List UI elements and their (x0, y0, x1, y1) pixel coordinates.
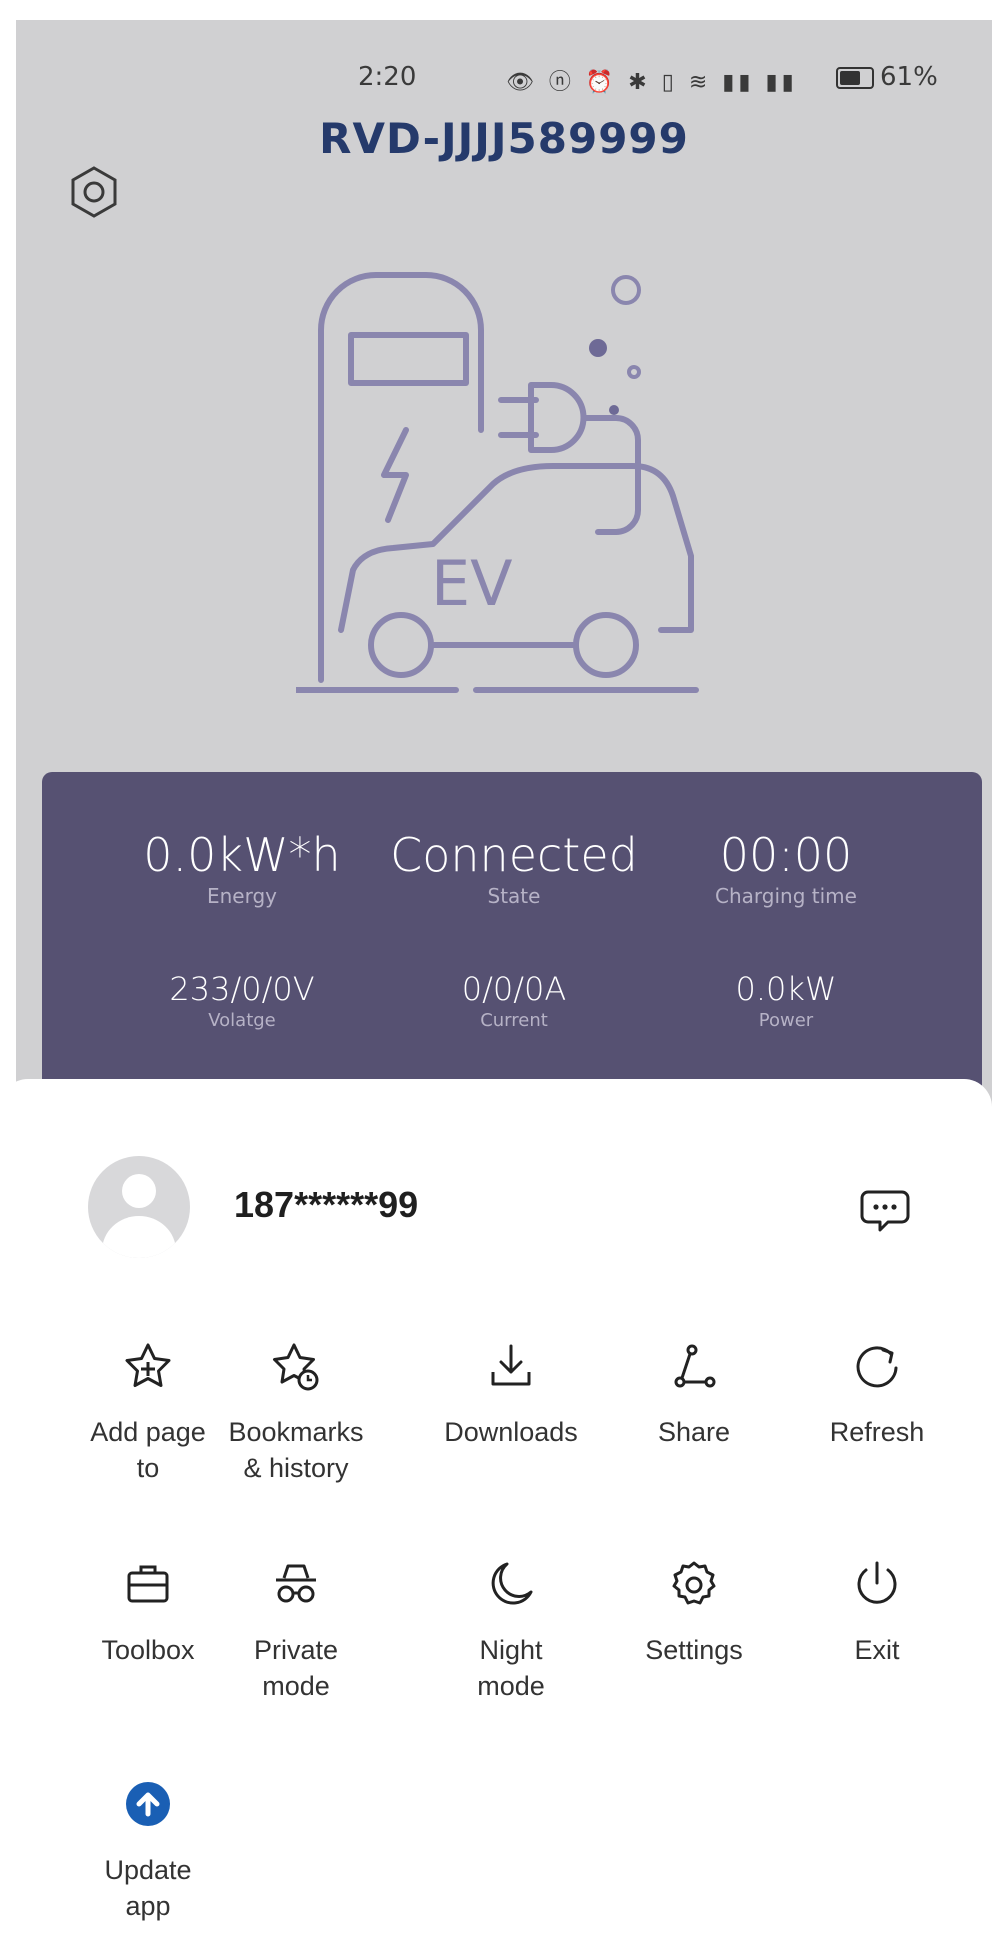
power-label: Power (758, 1010, 814, 1031)
status-icons: 👁 ⓝ ⏰ ✱ ▯ ≋ ▮▮ ▮▮ (506, 70, 798, 95)
energy-stat: 0.0kW*h Energy (92, 828, 392, 908)
power-value: 0.0kW (735, 970, 837, 1008)
exit-button[interactable]: Exit (787, 1558, 967, 1668)
battery-percent: 61% (880, 62, 938, 92)
incognito-icon (276, 1564, 316, 1603)
charging-time-label: Charging time (715, 884, 857, 908)
voltage-label: Volatge (208, 1010, 276, 1031)
exit-label: Exit (854, 1635, 900, 1665)
moon-icon (491, 1562, 533, 1605)
current-stat: 0/0/0A Current (364, 970, 664, 1031)
energy-label: Energy (206, 884, 278, 908)
share-label: Share (657, 1417, 731, 1447)
charging-stats-panel: 0.0kW*h Energy Connected State 00:00 Cha… (42, 772, 982, 1092)
power-stat: 0.0kW Power (636, 970, 936, 1031)
settings-button[interactable]: Settings (604, 1558, 784, 1668)
current-label: Current (480, 1010, 548, 1031)
battery-icon (836, 66, 874, 89)
user-avatar[interactable] (88, 1156, 190, 1258)
power-icon (857, 1561, 897, 1604)
energy-value: 0.0kW*h (143, 828, 341, 882)
update-app-button[interactable]: Update app (58, 1778, 238, 1924)
refresh-label: Refresh (829, 1417, 925, 1447)
refresh-icon (856, 1346, 898, 1388)
update-arrow-icon (126, 1782, 170, 1826)
avatar-body-shape (102, 1216, 176, 1258)
share-button[interactable]: Share (604, 1340, 784, 1450)
settings-label: Settings (645, 1635, 743, 1665)
toolbox-icon (127, 1565, 169, 1603)
share-icon (674, 1344, 716, 1388)
voltage-value: 233/0/0V (169, 970, 315, 1008)
voltage-stat: 233/0/0V Volatge (92, 970, 392, 1031)
state-label: State (487, 884, 541, 908)
refresh-button[interactable]: Refresh (787, 1340, 967, 1450)
charging-time-value: 00:00 (719, 828, 853, 882)
download-icon (491, 1344, 531, 1386)
status-bar: 2:20 👁 ⓝ ⏰ ✱ ▯ ≋ ▮▮ ▮▮ 61% (16, 60, 992, 100)
bookmark-history-icon (273, 1343, 319, 1391)
bookmarks-history-button[interactable]: Bookmarks & history (206, 1340, 386, 1486)
settings-gear-icon[interactable] (64, 162, 124, 222)
state-value: Connected (390, 828, 638, 882)
current-value: 0/0/0A (461, 970, 567, 1008)
bookmarks-history-label: Bookmarks & history (228, 1417, 364, 1483)
night-mode-label: Night mode (477, 1635, 545, 1701)
star-icon (125, 1343, 171, 1387)
downloads-button[interactable]: Downloads (421, 1340, 601, 1450)
charging-time-stat: 00:00 Charging time (636, 828, 936, 908)
private-mode-label: Private mode (253, 1635, 339, 1701)
downloads-label: Downloads (444, 1417, 578, 1447)
ev-label: EV (431, 547, 513, 620)
avatar-head-shape (122, 1174, 156, 1208)
battery-indicator: 61% (836, 62, 938, 92)
chat-bubble-icon[interactable] (860, 1184, 910, 1234)
status-time: 2:20 (358, 62, 417, 92)
ev-charger-illustration: EV (296, 272, 699, 693)
account-phone[interactable]: 187******99 (234, 1184, 418, 1226)
private-mode-button[interactable]: Private mode (206, 1558, 386, 1704)
night-mode-button[interactable]: Night mode (421, 1558, 601, 1704)
update-app-label: Update app (104, 1855, 192, 1921)
device-id-title: RVD-JJJJ589999 (319, 114, 689, 163)
settings-gear-icon (672, 1561, 716, 1605)
state-stat: Connected State (364, 828, 664, 908)
